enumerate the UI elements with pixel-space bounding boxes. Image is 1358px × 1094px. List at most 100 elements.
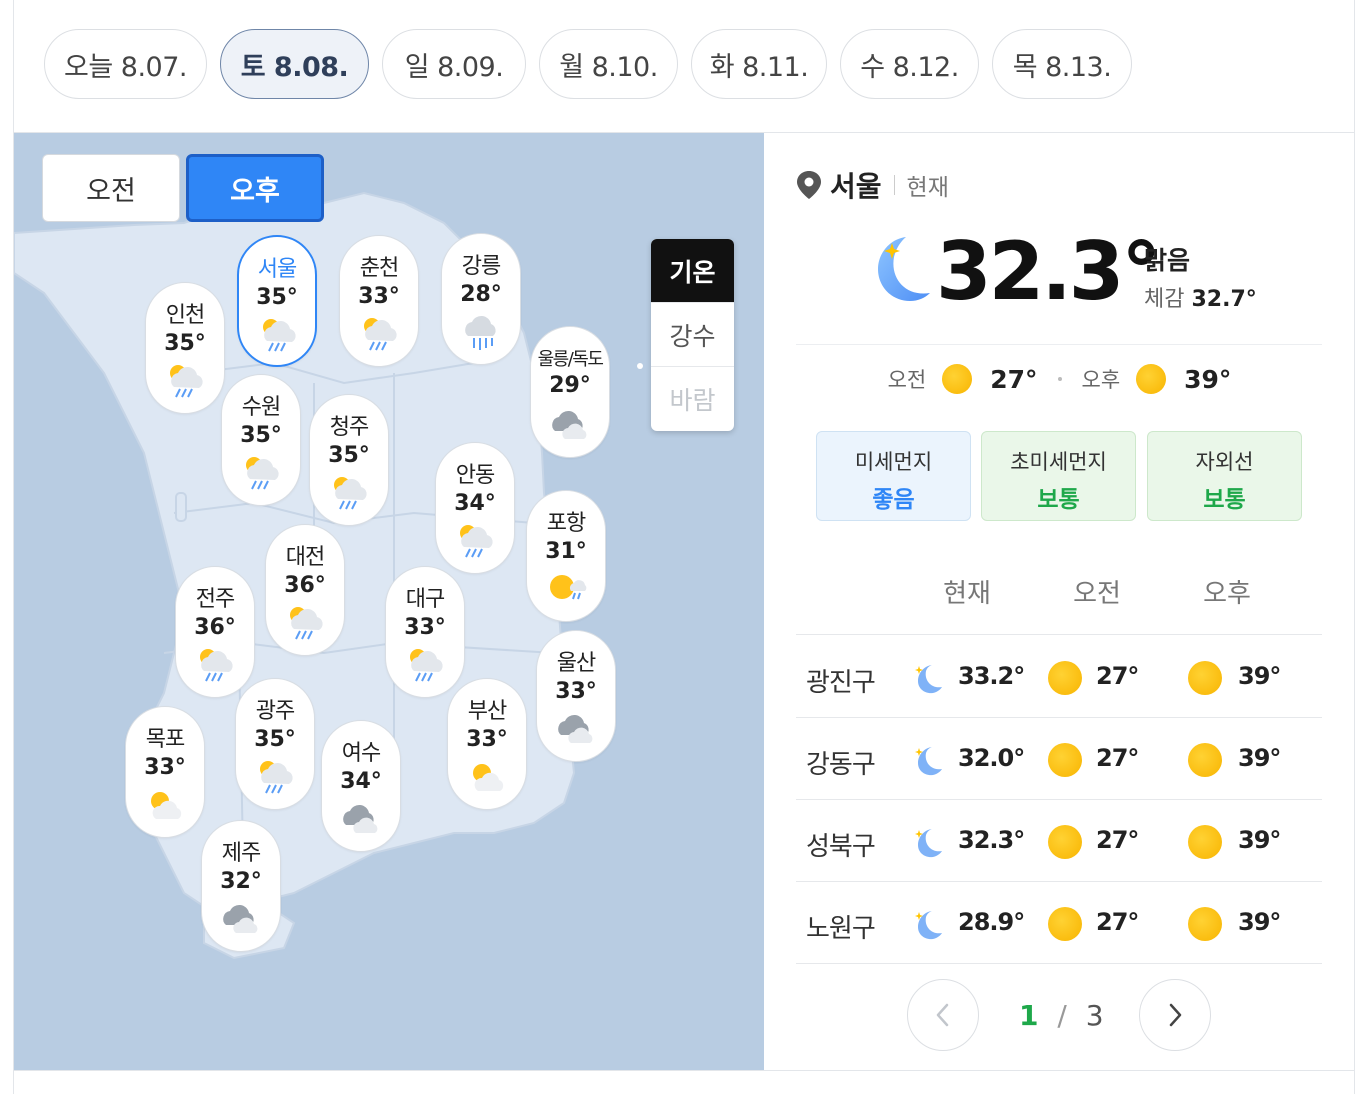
layer-temperature[interactable]: 기온 [651, 239, 734, 303]
map-layer-selector: 기온 강수 바람 [651, 239, 734, 431]
city-marker-andong[interactable]: 안동 34° [435, 442, 515, 574]
city-marker-seoul[interactable]: 서울 35° [237, 235, 317, 367]
date-tab-mon[interactable]: 월 8.10. [539, 29, 678, 99]
city-temp: 34° [454, 491, 496, 516]
am-temp: 27° [990, 364, 1038, 394]
city-temp: 29° [549, 373, 591, 398]
city-marker-pohang[interactable]: 포항 31° [526, 490, 606, 622]
location-name[interactable]: 서울 [830, 165, 882, 205]
city-name: 대전 [285, 545, 325, 570]
date-tab-thu[interactable]: 목 8.13. [992, 29, 1132, 99]
date-tab-tue[interactable]: 화 8.11. [691, 29, 827, 99]
date-tab-today[interactable]: 오늘 8.07. [44, 29, 207, 99]
city-marker-mokpo[interactable]: 목포 33° [125, 706, 205, 838]
city-marker-jeju[interactable]: 제주 32° [201, 820, 281, 952]
table-row[interactable]: 성북구 32.3° 27° 39° [796, 799, 1322, 881]
city-temp: 35° [256, 285, 298, 310]
date-tab-sun[interactable]: 일 8.09. [382, 29, 526, 99]
city-temp: 33° [466, 727, 508, 752]
city-marker-ulsan[interactable]: 울산 33° [536, 630, 616, 762]
city-name: 강릉 [461, 254, 501, 279]
table-row[interactable]: 노원구 28.9° 27° 39° [796, 881, 1322, 963]
previous-page-button[interactable] [907, 979, 979, 1051]
date-tab-sat[interactable]: 토 8.08. [220, 29, 369, 99]
city-temp: 33° [404, 615, 446, 640]
table-row[interactable]: 광진구 33.2° 27° 39° [796, 635, 1322, 717]
am-temp: 27° [1096, 662, 1139, 690]
city-temp: 35° [240, 423, 282, 448]
city-marker-yeosu[interactable]: 여수 34° [321, 720, 401, 852]
sun-cloud-rain-icon [358, 314, 402, 354]
city-temp: 28° [460, 282, 502, 307]
date-tab-wed[interactable]: 수 8.12. [840, 29, 979, 99]
sun-rain-icon [545, 569, 589, 609]
sun-icon [1048, 907, 1082, 941]
moon-icon [910, 661, 944, 695]
layer-precipitation[interactable]: 강수 [651, 303, 734, 367]
air-title: 미세먼지 [854, 450, 933, 474]
am-temp: 27° [1096, 908, 1139, 936]
current-temperature: 32.3° [936, 225, 1161, 318]
weather-map[interactable]: 오전 오후 기온 강수 바람 서울 35° 춘천 33° 강릉 28° 인천 3… [14, 133, 764, 1070]
cloudy-icon [340, 799, 384, 839]
city-marker-incheon[interactable]: 인천 35° [145, 282, 225, 414]
air-ultrafine-dust[interactable]: 초미세먼지 보통 [981, 431, 1136, 521]
page-indicator: 1 / 3 [1019, 999, 1104, 1032]
city-name: 제주 [221, 841, 261, 866]
sun-icon [1048, 743, 1082, 777]
sun-icon [1048, 661, 1082, 695]
air-value: 좋음 [872, 487, 915, 513]
pm-temp: 39° [1238, 662, 1281, 690]
divider [13, 1070, 1355, 1071]
city-marker-suwon[interactable]: 수원 35° [221, 374, 301, 506]
layer-wind[interactable]: 바람 [651, 367, 734, 431]
sun-cloud-rain-icon [194, 645, 238, 685]
city-name: 목포 [145, 727, 185, 752]
city-name: 울릉/독도 [537, 349, 604, 370]
divider [796, 963, 1322, 964]
pm-temp: 39° [1238, 744, 1281, 772]
am-toggle-button[interactable]: 오전 [42, 154, 180, 222]
moon-icon [910, 907, 944, 941]
city-marker-jeonju[interactable]: 전주 36° [175, 566, 255, 698]
feels-like: 체감 32.7° [1144, 281, 1257, 313]
city-marker-busan[interactable]: 부산 33° [447, 678, 527, 810]
city-marker-cheongju[interactable]: 청주 35° [309, 394, 389, 526]
sun-cloud-rain-icon [240, 453, 284, 493]
city-marker-daejeon[interactable]: 대전 36° [265, 524, 345, 656]
city-name: 여수 [341, 741, 381, 766]
city-marker-gwangju[interactable]: 광주 35° [235, 678, 315, 810]
now-temp: 33.2° [958, 662, 1025, 690]
table-header-am: 오전 [1073, 579, 1121, 609]
cloudy-icon [549, 405, 593, 445]
city-marker-daegu[interactable]: 대구 33° [385, 566, 465, 698]
city-temp: 33° [144, 755, 186, 780]
city-marker-gangneung[interactable]: 강릉 28° [441, 233, 521, 365]
chevron-right-icon [1169, 1003, 1182, 1027]
city-marker-chuncheon[interactable]: 춘천 33° [339, 235, 419, 367]
table-row[interactable]: 강동구 32.0° 27° 39° [796, 717, 1322, 799]
city-marker-ulleung-dokdo[interactable]: 울릉/독도 29° [530, 326, 610, 458]
weather-condition: 맑음 [1144, 246, 1191, 275]
city-temp: 35° [328, 443, 370, 468]
am-temp: 27° [1096, 744, 1139, 772]
partly-cloudy-icon [466, 757, 510, 797]
air-uv-index[interactable]: 자외선 보통 [1147, 431, 1302, 521]
pm-toggle-button[interactable]: 오후 [186, 154, 324, 222]
sun-icon [1136, 364, 1167, 394]
air-title: 초미세먼지 [1010, 450, 1107, 474]
air-fine-dust[interactable]: 미세먼지 좋음 [816, 431, 971, 521]
next-page-button[interactable] [1139, 979, 1211, 1051]
sun-icon [1048, 825, 1082, 859]
feels-like-value: 32.7° [1191, 287, 1257, 312]
sun-cloud-rain-icon [284, 603, 328, 643]
sun-cloud-rain-icon [454, 521, 498, 561]
page-separator: / [1057, 999, 1067, 1032]
sun-icon [942, 364, 973, 394]
now-temp: 32.0° [958, 744, 1025, 772]
sun-icon [1188, 825, 1222, 859]
sun-cloud-rain-icon [404, 645, 448, 685]
sun-cloud-rain-icon [257, 315, 301, 355]
current-weather-panel: 서울 현재 32.3° 맑음 체감 32.7° 오전 27° 오후 39° 미세… [764, 133, 1355, 1070]
separator-dot [1057, 377, 1062, 381]
